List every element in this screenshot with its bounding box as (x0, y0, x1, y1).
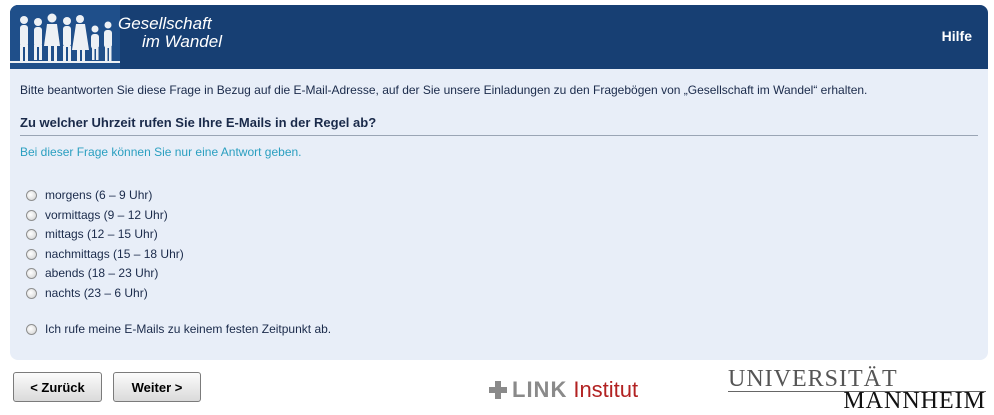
logo-text: Gesellschaft im Wandel (118, 15, 222, 51)
intro-text: Bitte beantworten Sie diese Frage in Bez… (20, 83, 868, 97)
link-cross-icon (489, 381, 507, 399)
logo-line2: im Wandel (142, 32, 222, 51)
link-institut-logo: LINK Institut (488, 375, 638, 405)
header-bar: Gesellschaft im Wandel Hilfe (10, 5, 988, 69)
radio-button[interactable] (26, 323, 37, 335)
option-mittags[interactable]: mittags (12 – 15 Uhr) (26, 225, 158, 243)
help-link[interactable]: Hilfe (942, 28, 972, 44)
option-label: Ich rufe meine E-Mails zu keinem festen … (45, 322, 332, 336)
option-label: nachts (23 – 6 Uhr) (45, 286, 148, 300)
option-label: mittags (12 – 15 Uhr) (45, 227, 158, 241)
option-no-fixed-time[interactable]: Ich rufe meine E-Mails zu keinem festen … (26, 320, 331, 338)
back-button[interactable]: < Zurück (13, 372, 102, 402)
question-text: Zu welcher Uhrzeit rufen Sie Ihre E-Mail… (20, 115, 377, 130)
radio-button[interactable] (26, 209, 37, 221)
people-silhouettes-icon (10, 5, 120, 69)
next-button[interactable]: Weiter > (113, 372, 201, 402)
option-label: vormittags (9 – 12 Uhr) (45, 208, 168, 222)
option-abends[interactable]: abends (18 – 23 Uhr) (26, 264, 158, 282)
radio-button[interactable] (26, 287, 37, 299)
universitaet-mannheim-logo: UNIVERSITÄT MANNHEIM (728, 366, 990, 414)
link-word: LINK (512, 377, 568, 402)
institut-word: Institut (573, 377, 639, 402)
option-nachts[interactable]: nachts (23 – 6 Uhr) (26, 284, 148, 302)
option-nachmittags[interactable]: nachmittags (15 – 18 Uhr) (26, 245, 184, 263)
option-label: abends (18 – 23 Uhr) (45, 266, 159, 280)
logo-line1: Gesellschaft (118, 14, 212, 33)
radio-button[interactable] (26, 267, 37, 279)
uni-line2: MANNHEIM (843, 388, 986, 414)
gesellschaft-im-wandel-logo: Gesellschaft im Wandel (10, 5, 250, 69)
radio-button[interactable] (26, 189, 37, 201)
option-label: morgens (6 – 9 Uhr) (45, 188, 153, 202)
radio-button[interactable] (26, 248, 37, 260)
option-morgens[interactable]: morgens (6 – 9 Uhr) (26, 186, 152, 204)
option-label: nachmittags (15 – 18 Uhr) (45, 247, 184, 261)
radio-button[interactable] (26, 228, 37, 240)
question-divider (20, 135, 978, 136)
survey-panel: Gesellschaft im Wandel Hilfe Bitte beant… (10, 5, 988, 360)
option-vormittags[interactable]: vormittags (9 – 12 Uhr) (26, 206, 168, 224)
answer-hint: Bei dieser Frage können Sie nur eine Ant… (20, 145, 302, 159)
